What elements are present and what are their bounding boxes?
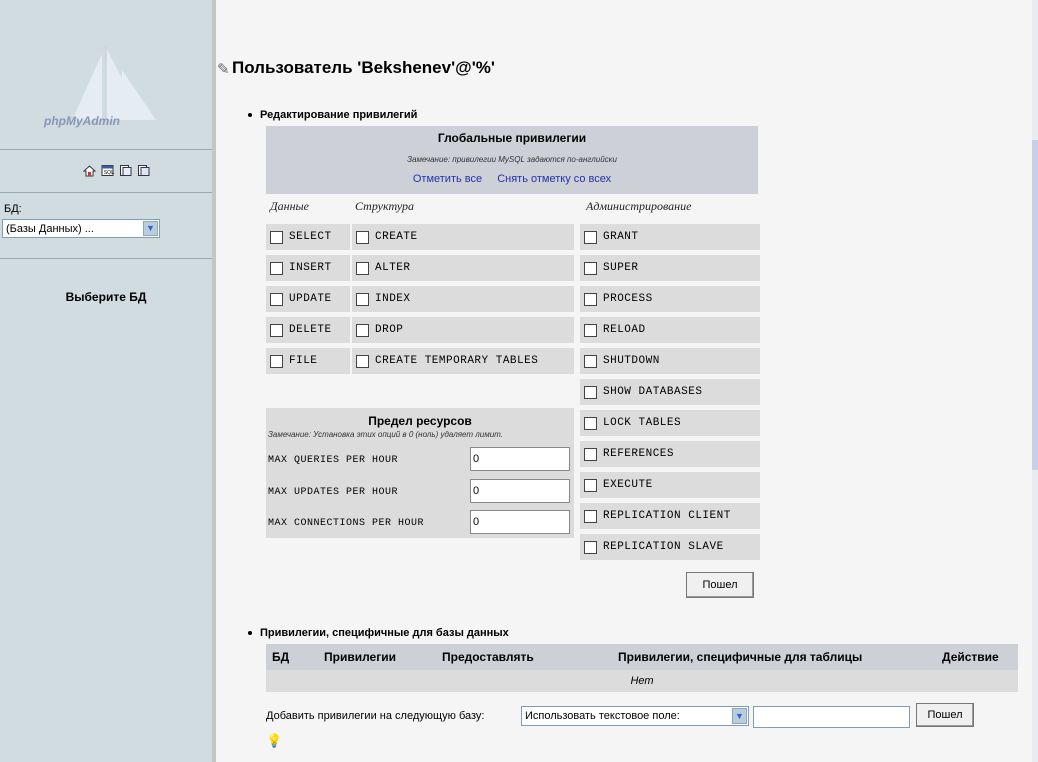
- svg-text:SQL: SQL: [104, 170, 114, 176]
- check-all-link[interactable]: Отметить все: [413, 173, 482, 185]
- db-select[interactable]: (Базы Данных) ... ▼: [2, 219, 160, 238]
- phpmyadmin-logo[interactable]: phpMyAdmin: [36, 40, 176, 140]
- go-button-db[interactable]: Пошел: [916, 703, 974, 727]
- privilege-super[interactable]: SUPER: [580, 255, 760, 281]
- checkbox[interactable]: [584, 354, 597, 368]
- checkbox[interactable]: [270, 261, 283, 275]
- max-connections-input[interactable]: 0: [470, 510, 570, 534]
- uncheck-all-link[interactable]: Снять отметку со всех: [497, 173, 611, 185]
- privilege-index[interactable]: INDEX: [352, 286, 574, 312]
- database-name-input[interactable]: [753, 706, 910, 728]
- db-select-value: (Базы Данных) ...: [6, 223, 94, 235]
- docs-icon[interactable]: [119, 164, 132, 177]
- user-icon: ✎: [217, 61, 230, 78]
- privilege-lock-tables[interactable]: LOCK TABLES: [580, 410, 760, 436]
- checkbox[interactable]: [584, 385, 597, 399]
- logo-text: phpMyAdmin: [44, 114, 120, 128]
- db-label: БД:: [4, 203, 22, 215]
- checkbox[interactable]: [270, 292, 283, 306]
- checkbox[interactable]: [356, 323, 369, 337]
- chevron-down-icon[interactable]: ▼: [143, 221, 158, 236]
- chevron-down-icon[interactable]: ▼: [732, 708, 747, 724]
- scrollbar-thumb[interactable]: [1032, 140, 1038, 470]
- checkbox[interactable]: [270, 323, 283, 337]
- column-table-privileges: Привилегии, специфичные для таблицы: [618, 650, 863, 664]
- checkbox[interactable]: [584, 447, 597, 461]
- checkbox[interactable]: [584, 292, 597, 306]
- checkbox[interactable]: [584, 416, 597, 430]
- database-select[interactable]: Использовать текстовое поле: ▼: [521, 706, 749, 726]
- checkbox[interactable]: [584, 478, 597, 492]
- column-header-data: Данные: [270, 199, 309, 213]
- privilege-alter[interactable]: ALTER: [352, 255, 574, 281]
- column-header-structure: Структура: [355, 199, 414, 213]
- global-privileges-header: Глобальные привилегии Замечание: привиле…: [266, 126, 758, 194]
- max-queries-label: MAX QUERIES PER HOUR: [268, 455, 399, 466]
- column-grant: Предоставлять: [442, 650, 534, 664]
- privilege-show-databases[interactable]: SHOW DATABASES: [580, 379, 760, 405]
- checkbox[interactable]: [270, 230, 283, 244]
- checkbox[interactable]: [584, 509, 597, 523]
- privilege-select[interactable]: SELECT: [266, 224, 350, 250]
- mysql-docs-icon[interactable]: [137, 164, 150, 177]
- go-button[interactable]: Пошел: [686, 572, 754, 598]
- column-privileges: Привилегии: [324, 650, 396, 664]
- privilege-create-temporary-tables[interactable]: CREATE TEMPORARY TABLES: [352, 348, 574, 374]
- page-title: Пользователь 'Bekshenev'@'%': [232, 58, 495, 77]
- column-db: БД: [272, 650, 290, 664]
- database-select-value: Использовать текстовое поле:: [525, 710, 680, 722]
- privilege-file[interactable]: FILE: [266, 348, 350, 374]
- privilege-process[interactable]: PROCESS: [580, 286, 760, 312]
- edit-privileges-heading: Редактирование привилегий: [248, 109, 417, 121]
- add-privileges-label: Добавить привилегии на следующую базу:: [266, 710, 485, 722]
- checkbox[interactable]: [270, 354, 283, 368]
- choose-db-text: Выберите БД: [65, 290, 147, 304]
- privilege-replication-slave[interactable]: REPLICATION SLAVE: [580, 534, 760, 560]
- checkbox[interactable]: [584, 261, 597, 275]
- max-updates-label: MAX UPDATES PER HOUR: [268, 487, 399, 498]
- checkbox[interactable]: [584, 540, 597, 554]
- privileges-note: Замечание: привилегии MySQL задаются по-…: [407, 155, 617, 164]
- bullet: [248, 631, 252, 636]
- lightbulb-icon: 💡: [266, 733, 283, 748]
- db-privileges-heading: Привилегии, специфичные для базы данных: [248, 627, 509, 639]
- bullet: [248, 113, 252, 118]
- privilege-update[interactable]: UPDATE: [266, 286, 350, 312]
- privilege-replication-client[interactable]: REPLICATION CLIENT: [580, 503, 760, 529]
- divider: [0, 149, 212, 150]
- privilege-shutdown[interactable]: SHUTDOWN: [580, 348, 760, 374]
- privilege-reload[interactable]: RELOAD: [580, 317, 760, 343]
- left-icon-bar: SQL: [83, 164, 150, 177]
- divider: [0, 192, 212, 193]
- column-action: Действие: [942, 650, 999, 664]
- resource-limits-note: Замечание: Установка этих опций в 0 (нол…: [268, 430, 503, 439]
- privilege-drop[interactable]: DROP: [352, 317, 574, 343]
- query-window-icon[interactable]: SQL: [101, 164, 114, 177]
- privilege-execute[interactable]: EXECUTE: [580, 472, 760, 498]
- privilege-insert[interactable]: INSERT: [266, 255, 350, 281]
- max-queries-input[interactable]: 0: [470, 447, 570, 471]
- db-privileges-empty-row: Нет: [266, 670, 1018, 692]
- max-connections-label: MAX CONNECTIONS PER HOUR: [268, 518, 425, 529]
- column-header-admin: Администрирование: [586, 199, 692, 213]
- left-frame: phpMyAdmin SQL БД: (Базы Данных) ... ▼ В…: [0, 0, 216, 762]
- resource-limits-title: Предел ресурсов: [368, 414, 472, 428]
- global-privileges-title: Глобальные привилегии: [437, 131, 587, 145]
- checkbox[interactable]: [356, 230, 369, 244]
- checkbox[interactable]: [356, 261, 369, 275]
- db-privileges-table-header: БД Привилегии Предоставлять Привилегии, …: [266, 644, 1018, 670]
- home-icon[interactable]: [83, 164, 96, 177]
- privilege-references[interactable]: REFERENCES: [580, 441, 760, 467]
- privilege-delete[interactable]: DELETE: [266, 317, 350, 343]
- divider: [0, 258, 212, 259]
- check-links: Отметить все Снять отметку со всех: [266, 173, 758, 185]
- checkbox[interactable]: [584, 230, 597, 244]
- checkbox[interactable]: [356, 354, 369, 368]
- checkbox[interactable]: [356, 292, 369, 306]
- privilege-grant[interactable]: GRANT: [580, 224, 760, 250]
- privilege-create[interactable]: CREATE: [352, 224, 574, 250]
- scrollbar[interactable]: [1032, 0, 1038, 762]
- checkbox[interactable]: [584, 323, 597, 337]
- max-updates-input[interactable]: 0: [470, 479, 570, 503]
